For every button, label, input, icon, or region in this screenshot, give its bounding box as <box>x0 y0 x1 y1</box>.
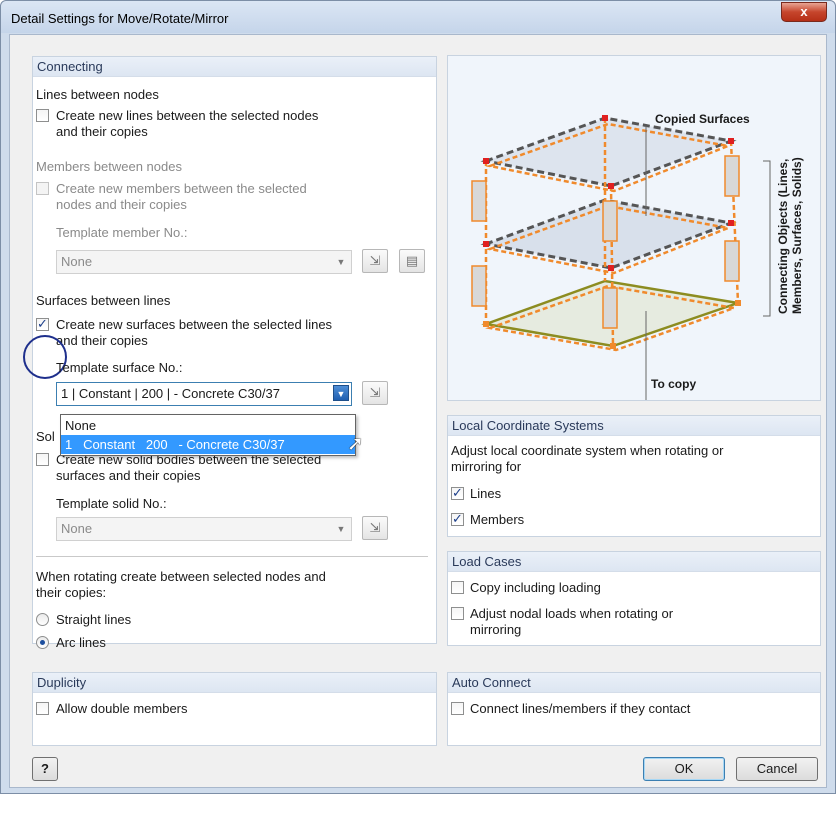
structure-diagram-svg <box>471 115 771 406</box>
members-between-nodes-heading: Members between nodes <box>36 159 182 174</box>
create-lines-label-1: Create new lines between the selected no… <box>56 108 319 123</box>
load-cases-header: Load Cases <box>448 552 820 572</box>
create-members-checkbox[interactable] <box>36 182 49 195</box>
top-surface <box>480 116 737 188</box>
dropdown-option-none[interactable]: None <box>61 416 355 435</box>
cursor-pick-icon: ⇲ <box>369 385 381 400</box>
template-surface-label: Template surface No.: <box>56 360 183 375</box>
mouse-pointer-icon: ➚ <box>347 433 364 455</box>
lcs-members-label: Members <box>470 512 525 527</box>
dialog-client-area: Connecting Lines between nodes Create ne… <box>9 34 827 788</box>
create-lines-checkbox[interactable] <box>36 109 49 122</box>
pick-solid-button[interactable]: ⇲ <box>362 516 388 540</box>
template-member-value: None <box>61 254 93 269</box>
create-members-label-1: Create new members between the selected <box>56 181 307 196</box>
chevron-down-icon[interactable]: ▼ <box>333 254 349 270</box>
cancel-button[interactable]: Cancel <box>736 757 818 781</box>
connecting-header: Connecting <box>33 57 436 77</box>
connecting-objects-label-2: Members, Surfaces, Solids) <box>790 157 804 314</box>
dropdown-option-concrete[interactable]: 1 Constant 200 - Concrete C30/37 <box>61 435 355 454</box>
create-solids-label-2: surfaces and their copies <box>56 468 201 483</box>
lines-between-nodes-heading: Lines between nodes <box>36 87 159 102</box>
create-members-label-2: nodes and their copies <box>56 197 187 212</box>
adjust-nodal-loads-label-1: Adjust nodal loads when rotating or <box>470 606 674 621</box>
connect-lines-members-label: Connect lines/members if they contact <box>470 701 691 716</box>
lcs-lines-checkbox[interactable]: ✓ <box>451 485 464 500</box>
solids-heading-partial: Sol <box>36 429 55 444</box>
cursor-pick-icon: ⇲ <box>369 253 381 268</box>
rotating-heading-1: When rotating create between selected no… <box>36 569 326 584</box>
local-coordinate-systems-header: Local Coordinate Systems <box>448 416 820 436</box>
template-surface-value: 1 | Constant | 200 | - Concrete C30/37 <box>61 386 280 401</box>
create-surfaces-label-1: Create new surfaces between the selected… <box>56 317 333 332</box>
help-icon: ? <box>41 761 49 776</box>
title-bar: Detail Settings for Move/Rotate/Mirror x <box>1 1 835 33</box>
checkmark-icon: ✓ <box>37 316 48 331</box>
rotating-heading-2: their copies: <box>36 585 107 600</box>
template-solid-select[interactable]: None ▼ <box>56 517 352 541</box>
template-member-select[interactable]: None ▼ <box>56 250 352 274</box>
auto-connect-header: Auto Connect <box>448 673 820 693</box>
template-solid-label: Template solid No.: <box>56 496 167 511</box>
surfaces-between-lines-heading: Surfaces between lines <box>36 293 171 308</box>
preview-diagram: Copied Surfaces To copy Connecting Objec… <box>447 55 821 406</box>
arc-lines-radio[interactable] <box>36 636 49 649</box>
connecting-objects-label: Connecting Objects (Lines, Members, Surf… <box>776 157 804 314</box>
template-surface-dropdown-list: None 1 Constant 200 - Concrete C30/37 <box>60 414 356 456</box>
checkmark-icon: ✓ <box>452 485 463 500</box>
chevron-down-icon[interactable]: ▼ <box>333 385 349 401</box>
pick-surface-button[interactable]: ⇲ <box>362 381 388 405</box>
create-surfaces-label-2: and their copies <box>56 333 148 348</box>
checkmark-icon: ✓ <box>452 511 463 526</box>
ok-button[interactable]: OK <box>643 757 725 781</box>
straight-lines-label: Straight lines <box>56 612 132 627</box>
copy-loading-checkbox[interactable] <box>451 581 464 594</box>
adjust-nodal-loads-checkbox[interactable] <box>451 607 464 620</box>
connect-lines-members-checkbox[interactable] <box>451 702 464 715</box>
copied-surfaces-label: Copied Surfaces <box>655 112 750 126</box>
lcs-lines-label: Lines <box>470 486 502 501</box>
template-solid-value: None <box>61 521 93 536</box>
template-member-label: Template member No.: <box>56 225 188 240</box>
connecting-objects-label-1: Connecting Objects (Lines, <box>776 158 790 314</box>
close-button[interactable]: x <box>781 2 827 22</box>
to-copy-label: To copy <box>651 377 697 391</box>
create-lines-label-2: and their copies <box>56 124 148 139</box>
library-icon: ▤ <box>405 253 419 268</box>
cursor-pick-icon: ⇲ <box>369 520 381 535</box>
copy-loading-label: Copy including loading <box>470 580 601 595</box>
rotating-separator <box>36 556 428 557</box>
create-solids-checkbox[interactable] <box>36 453 49 466</box>
connecting-objects-bracket <box>763 160 771 317</box>
duplicity-header: Duplicity <box>33 673 436 693</box>
window-title: Detail Settings for Move/Rotate/Mirror <box>11 11 229 26</box>
help-button[interactable]: ? <box>32 757 58 781</box>
lcs-description-2: mirroring for <box>451 459 522 474</box>
radio-selected-dot <box>40 640 45 645</box>
allow-double-members-checkbox[interactable] <box>36 702 49 715</box>
allow-double-members-label: Allow double members <box>56 701 188 716</box>
template-surface-select[interactable]: 1 | Constant | 200 | - Concrete C30/37 ▼ <box>56 382 352 406</box>
create-surfaces-checkbox[interactable]: ✓ <box>36 316 49 331</box>
arc-lines-label: Arc lines <box>56 635 106 650</box>
lcs-description-1: Adjust local coordinate system when rota… <box>451 443 724 458</box>
straight-lines-radio[interactable] <box>36 613 49 626</box>
pick-member-button[interactable]: ⇲ <box>362 249 388 273</box>
dialog-window: Detail Settings for Move/Rotate/Mirror x… <box>0 0 836 794</box>
lcs-members-checkbox[interactable]: ✓ <box>451 511 464 526</box>
chevron-down-icon[interactable]: ▼ <box>333 521 349 537</box>
adjust-nodal-loads-label-2: mirroring <box>470 622 522 637</box>
member-library-button[interactable]: ▤ <box>399 249 425 273</box>
